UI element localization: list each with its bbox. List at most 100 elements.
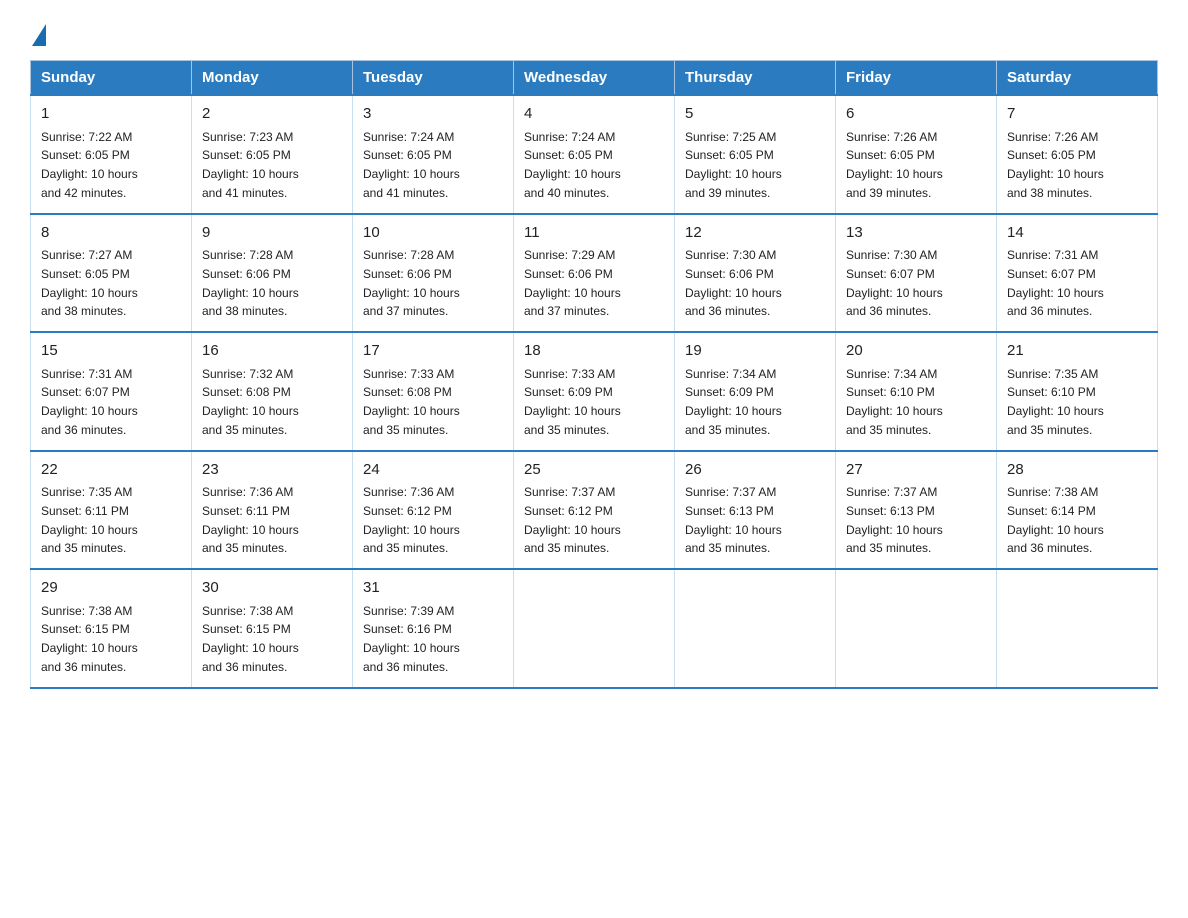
day-number: 29 <box>41 577 181 600</box>
day-number: 28 <box>1007 459 1147 482</box>
week-row-3: 15 Sunrise: 7:31 AMSunset: 6:07 PMDayligh… <box>31 332 1158 451</box>
calendar-cell: 29 Sunrise: 7:38 AMSunset: 6:15 PMDayligh… <box>31 569 192 688</box>
calendar-cell: 2 Sunrise: 7:23 AMSunset: 6:05 PMDaylight… <box>192 95 353 214</box>
day-info: Sunrise: 7:25 AMSunset: 6:05 PMDaylight:… <box>685 130 782 200</box>
calendar-cell: 3 Sunrise: 7:24 AMSunset: 6:05 PMDaylight… <box>353 95 514 214</box>
day-info: Sunrise: 7:38 AMSunset: 6:15 PMDaylight:… <box>41 604 138 674</box>
calendar-cell: 28Sunrise: 7:38 AMSunset: 6:14 PMDayligh… <box>997 451 1158 570</box>
calendar-cell: 10Sunrise: 7:28 AMSunset: 6:06 PMDayligh… <box>353 214 514 333</box>
day-info: Sunrise: 7:28 AMSunset: 6:06 PMDaylight:… <box>202 248 299 318</box>
calendar-cell: 18 Sunrise: 7:33 AMSunset: 6:09 PMDayligh… <box>514 332 675 451</box>
day-info: Sunrise: 7:35 AMSunset: 6:10 PMDaylight:… <box>1007 367 1104 437</box>
calendar-cell: 30 Sunrise: 7:38 AMSunset: 6:15 PMDayligh… <box>192 569 353 688</box>
day-number: 5 <box>685 103 825 126</box>
day-info: Sunrise: 7:24 AMSunset: 6:05 PMDaylight:… <box>524 130 621 200</box>
day-number: 3 <box>363 103 503 126</box>
calendar-cell <box>514 569 675 688</box>
calendar-cell: 24 Sunrise: 7:36 AMSunset: 6:12 PMDayligh… <box>353 451 514 570</box>
calendar-cell: 14 Sunrise: 7:31 AMSunset: 6:07 PMDayligh… <box>997 214 1158 333</box>
calendar-cell: 4 Sunrise: 7:24 AMSunset: 6:05 PMDaylight… <box>514 95 675 214</box>
day-number: 20 <box>846 340 986 363</box>
day-number: 30 <box>202 577 342 600</box>
day-number: 9 <box>202 222 342 245</box>
calendar-cell: 9 Sunrise: 7:28 AMSunset: 6:06 PMDaylight… <box>192 214 353 333</box>
week-row-1: 1Sunrise: 7:22 AMSunset: 6:05 PMDaylight… <box>31 95 1158 214</box>
day-number: 16 <box>202 340 342 363</box>
day-info: Sunrise: 7:36 AMSunset: 6:11 PMDaylight:… <box>202 485 299 555</box>
day-info: Sunrise: 7:32 AMSunset: 6:08 PMDaylight:… <box>202 367 299 437</box>
day-number: 14 <box>1007 222 1147 245</box>
logo-triangle-icon <box>32 24 46 46</box>
week-row-2: 8 Sunrise: 7:27 AMSunset: 6:05 PMDaylight… <box>31 214 1158 333</box>
header-friday: Friday <box>836 61 997 96</box>
calendar-cell: 1Sunrise: 7:22 AMSunset: 6:05 PMDaylight… <box>31 95 192 214</box>
calendar-cell: 16 Sunrise: 7:32 AMSunset: 6:08 PMDayligh… <box>192 332 353 451</box>
logo <box>30 20 46 42</box>
day-info: Sunrise: 7:31 AMSunset: 6:07 PMDaylight:… <box>1007 248 1104 318</box>
day-number: 1 <box>41 103 181 126</box>
header-wednesday: Wednesday <box>514 61 675 96</box>
day-info: Sunrise: 7:29 AMSunset: 6:06 PMDaylight:… <box>524 248 621 318</box>
day-number: 18 <box>524 340 664 363</box>
calendar-cell: 23 Sunrise: 7:36 AMSunset: 6:11 PMDayligh… <box>192 451 353 570</box>
day-info: Sunrise: 7:30 AMSunset: 6:07 PMDaylight:… <box>846 248 943 318</box>
day-info: Sunrise: 7:24 AMSunset: 6:05 PMDaylight:… <box>363 130 460 200</box>
day-number: 23 <box>202 459 342 482</box>
day-number: 4 <box>524 103 664 126</box>
calendar-cell <box>997 569 1158 688</box>
day-number: 7 <box>1007 103 1147 126</box>
day-number: 24 <box>363 459 503 482</box>
calendar-cell: 19Sunrise: 7:34 AMSunset: 6:09 PMDayligh… <box>675 332 836 451</box>
day-number: 6 <box>846 103 986 126</box>
calendar-cell: 17 Sunrise: 7:33 AMSunset: 6:08 PMDayligh… <box>353 332 514 451</box>
day-number: 31 <box>363 577 503 600</box>
day-info: Sunrise: 7:26 AMSunset: 6:05 PMDaylight:… <box>1007 130 1104 200</box>
day-info: Sunrise: 7:30 AMSunset: 6:06 PMDaylight:… <box>685 248 782 318</box>
day-info: Sunrise: 7:34 AMSunset: 6:10 PMDaylight:… <box>846 367 943 437</box>
day-info: Sunrise: 7:27 AMSunset: 6:05 PMDaylight:… <box>41 248 138 318</box>
day-number: 17 <box>363 340 503 363</box>
weekday-header-row: SundayMondayTuesdayWednesdayThursdayFrid… <box>31 61 1158 96</box>
calendar-cell: 5 Sunrise: 7:25 AMSunset: 6:05 PMDaylight… <box>675 95 836 214</box>
day-number: 22 <box>41 459 181 482</box>
calendar-cell: 15 Sunrise: 7:31 AMSunset: 6:07 PMDayligh… <box>31 332 192 451</box>
day-number: 19 <box>685 340 825 363</box>
day-info: Sunrise: 7:37 AMSunset: 6:13 PMDaylight:… <box>685 485 782 555</box>
calendar-cell: 8 Sunrise: 7:27 AMSunset: 6:05 PMDaylight… <box>31 214 192 333</box>
day-number: 26 <box>685 459 825 482</box>
day-number: 21 <box>1007 340 1147 363</box>
day-info: Sunrise: 7:31 AMSunset: 6:07 PMDaylight:… <box>41 367 138 437</box>
day-number: 13 <box>846 222 986 245</box>
calendar-cell <box>675 569 836 688</box>
day-number: 11 <box>524 222 664 245</box>
calendar-table: SundayMondayTuesdayWednesdayThursdayFrid… <box>30 60 1158 689</box>
header-sunday: Sunday <box>31 61 192 96</box>
calendar-cell: 31 Sunrise: 7:39 AMSunset: 6:16 PMDayligh… <box>353 569 514 688</box>
day-info: Sunrise: 7:26 AMSunset: 6:05 PMDaylight:… <box>846 130 943 200</box>
header-thursday: Thursday <box>675 61 836 96</box>
day-number: 27 <box>846 459 986 482</box>
day-info: Sunrise: 7:33 AMSunset: 6:08 PMDaylight:… <box>363 367 460 437</box>
day-info: Sunrise: 7:38 AMSunset: 6:15 PMDaylight:… <box>202 604 299 674</box>
day-number: 15 <box>41 340 181 363</box>
calendar-cell: 27Sunrise: 7:37 AMSunset: 6:13 PMDayligh… <box>836 451 997 570</box>
calendar-cell: 21 Sunrise: 7:35 AMSunset: 6:10 PMDayligh… <box>997 332 1158 451</box>
calendar-cell: 25Sunrise: 7:37 AMSunset: 6:12 PMDayligh… <box>514 451 675 570</box>
header <box>30 20 1158 42</box>
day-info: Sunrise: 7:23 AMSunset: 6:05 PMDaylight:… <box>202 130 299 200</box>
day-info: Sunrise: 7:35 AMSunset: 6:11 PMDaylight:… <box>41 485 138 555</box>
calendar-cell: 13 Sunrise: 7:30 AMSunset: 6:07 PMDayligh… <box>836 214 997 333</box>
header-tuesday: Tuesday <box>353 61 514 96</box>
header-saturday: Saturday <box>997 61 1158 96</box>
day-number: 12 <box>685 222 825 245</box>
day-info: Sunrise: 7:39 AMSunset: 6:16 PMDaylight:… <box>363 604 460 674</box>
calendar-cell: 22 Sunrise: 7:35 AMSunset: 6:11 PMDayligh… <box>31 451 192 570</box>
calendar-cell: 26 Sunrise: 7:37 AMSunset: 6:13 PMDayligh… <box>675 451 836 570</box>
day-info: Sunrise: 7:36 AMSunset: 6:12 PMDaylight:… <box>363 485 460 555</box>
calendar-cell: 6 Sunrise: 7:26 AMSunset: 6:05 PMDaylight… <box>836 95 997 214</box>
day-number: 25 <box>524 459 664 482</box>
day-info: Sunrise: 7:33 AMSunset: 6:09 PMDaylight:… <box>524 367 621 437</box>
day-number: 8 <box>41 222 181 245</box>
header-monday: Monday <box>192 61 353 96</box>
day-number: 2 <box>202 103 342 126</box>
